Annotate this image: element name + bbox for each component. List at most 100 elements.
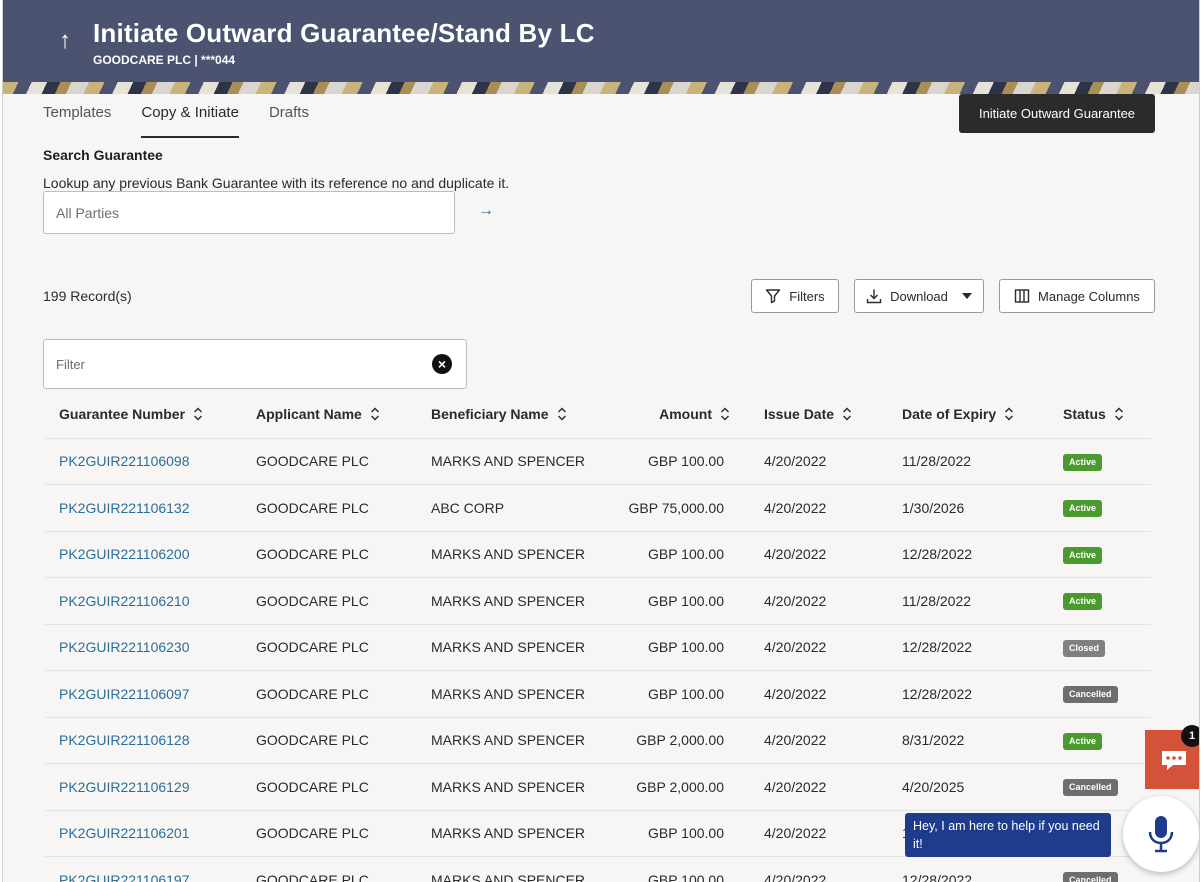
cell-applicant-name: GOODCARE PLC [242, 577, 417, 625]
party-account: GOODCARE PLC | ***044 [93, 53, 236, 67]
cell-beneficiary-name: MARKS AND SPENCER [417, 624, 597, 671]
cell-issue-date: 4/20/2022 [750, 810, 888, 857]
clear-filter-icon[interactable]: × [432, 354, 452, 374]
status-badge: Active [1063, 732, 1103, 750]
column-header-date-of-expiry[interactable]: Date of Expiry [888, 392, 1049, 439]
download-button[interactable]: Download [854, 279, 984, 313]
mic-icon [1148, 816, 1174, 853]
columns-icon [1014, 289, 1030, 303]
cell-beneficiary-name: MARKS AND SPENCER [417, 856, 597, 882]
cell-applicant-name: GOODCARE PLC [242, 670, 417, 718]
cell-status: Cancelled [1049, 763, 1151, 811]
column-header-issue-date[interactable]: Issue Date [750, 392, 888, 439]
cell-date-of-expiry: 8/31/2022 [888, 717, 1049, 764]
table-row[interactable]: PK2GUIR221106210 GOODCARE PLC MARKS AND SP… [45, 577, 1151, 625]
cell-issue-date: 4/20/2022 [750, 763, 888, 811]
column-header-status[interactable]: Status [1049, 392, 1151, 439]
app-frame: ↑ Initiate Outward Guarantee/Stand By LC… [2, 0, 1200, 882]
search-go-arrow-icon[interactable]: → [478, 202, 494, 220]
column-header-amount[interactable]: Amount [597, 392, 750, 439]
cell-amount: GBP 100.00 [597, 856, 750, 882]
cell-issue-date: 4/20/2022 [750, 577, 888, 625]
cell-guarantee-number[interactable]: PK2GUIR221106197 [45, 856, 242, 882]
column-header-applicant-name[interactable]: Applicant Name [242, 392, 417, 439]
cell-date-of-expiry: 11/28/2022 [888, 577, 1049, 625]
column-header-guarantee-number[interactable]: Guarantee Number [45, 392, 242, 439]
download-label: Download [890, 288, 948, 304]
page-header: ↑ Initiate Outward Guarantee/Stand By LC… [3, 0, 1199, 94]
cell-applicant-name: GOODCARE PLC [242, 763, 417, 811]
cell-applicant-name: GOODCARE PLC [242, 484, 417, 532]
column-header-beneficiary-name[interactable]: Beneficiary Name [417, 392, 597, 439]
cell-amount: GBP 100.00 [597, 577, 750, 625]
cell-guarantee-number[interactable]: PK2GUIR221106128 [45, 717, 242, 764]
voice-assistant-button[interactable] [1123, 796, 1199, 872]
cell-guarantee-number[interactable]: PK2GUIR221106129 [45, 763, 242, 811]
cell-status: Closed [1049, 624, 1151, 671]
cell-guarantee-number[interactable]: PK2GUIR221106098 [45, 438, 242, 485]
status-badge: Cancelled [1063, 872, 1118, 882]
cell-amount: GBP 75,000.00 [597, 484, 750, 532]
filter-input[interactable] [44, 340, 424, 388]
tab-drafts[interactable]: Drafts [269, 104, 309, 138]
header-decorative-stripe [3, 82, 1199, 94]
initiate-outward-guarantee-button[interactable]: Initiate Outward Guarantee [959, 94, 1155, 133]
cell-guarantee-number[interactable]: PK2GUIR221106097 [45, 670, 242, 718]
tab-templates[interactable]: Templates [43, 104, 111, 138]
table-filter: × [43, 339, 467, 389]
table-row[interactable]: PK2GUIR221106129 GOODCARE PLC MARKS AND SP… [45, 763, 1151, 811]
cell-status: Active [1049, 577, 1151, 625]
cell-amount: GBP 100.00 [597, 531, 750, 578]
table-row[interactable]: PK2GUIR221106197 GOODCARE PLC MARKS AND SP… [45, 856, 1151, 882]
cell-guarantee-number[interactable]: PK2GUIR221106132 [45, 484, 242, 532]
record-count: 199 Record(s) [43, 288, 132, 304]
manage-columns-label: Manage Columns [1038, 288, 1140, 304]
status-badge: Cancelled [1063, 779, 1118, 797]
cell-guarantee-number[interactable]: PK2GUIR221106230 [45, 624, 242, 671]
status-badge: Cancelled [1063, 686, 1118, 704]
cell-date-of-expiry: 12/28/2022 [888, 670, 1049, 718]
table-row[interactable]: PK2GUIR221106098 GOODCARE PLC MARKS AND SP… [45, 438, 1151, 485]
cell-beneficiary-name: ABC CORP [417, 484, 597, 532]
tab-copy-initiate[interactable]: Copy & Initiate [141, 104, 239, 138]
table-row[interactable]: PK2GUIR221106097 GOODCARE PLC MARKS AND SP… [45, 670, 1151, 718]
cell-date-of-expiry: 4/20/2025 [888, 763, 1049, 811]
cell-amount: GBP 100.00 [597, 810, 750, 857]
search-description: Lookup any previous Bank Guarantee with … [43, 175, 510, 191]
table-row[interactable]: PK2GUIR221106230 GOODCARE PLC MARKS AND SP… [45, 624, 1151, 671]
cell-beneficiary-name: MARKS AND SPENCER [417, 577, 597, 625]
sort-icon [720, 407, 730, 424]
cell-applicant-name: GOODCARE PLC [242, 531, 417, 578]
cell-applicant-name: GOODCARE PLC [242, 438, 417, 485]
cell-amount: GBP 2,000.00 [597, 717, 750, 764]
status-badge: Active [1063, 500, 1103, 518]
sort-icon [1114, 407, 1124, 424]
cell-date-of-expiry: 1/30/2026 [888, 484, 1049, 532]
status-badge: Closed [1063, 639, 1106, 657]
cell-issue-date: 4/20/2022 [750, 438, 888, 485]
filters-label: Filters [789, 288, 825, 304]
cell-guarantee-number[interactable]: PK2GUIR221106210 [45, 577, 242, 625]
table-header-row: Guarantee Number Applicant Name Benefici… [45, 392, 1151, 439]
cell-amount: GBP 100.00 [597, 624, 750, 671]
cell-status: Active [1049, 531, 1151, 578]
cell-date-of-expiry: 12/28/2022 [888, 624, 1049, 671]
table-row[interactable]: PK2GUIR221106132 GOODCARE PLC ABC CORP GBP … [45, 484, 1151, 532]
cell-guarantee-number[interactable]: PK2GUIR221106200 [45, 531, 242, 578]
cell-applicant-name: GOODCARE PLC [242, 717, 417, 764]
party-search-input[interactable] [43, 191, 455, 234]
manage-columns-button[interactable]: Manage Columns [999, 279, 1155, 313]
cell-beneficiary-name: MARKS AND SPENCER [417, 531, 597, 578]
filters-button[interactable]: Filters [751, 279, 839, 313]
tab-bar: Templates Copy & Initiate Drafts [43, 104, 339, 138]
cell-amount: GBP 100.00 [597, 670, 750, 718]
cell-guarantee-number[interactable]: PK2GUIR221106201 [45, 810, 242, 857]
sort-icon [1004, 407, 1014, 424]
cell-beneficiary-name: MARKS AND SPENCER [417, 763, 597, 811]
cell-status: Cancelled [1049, 670, 1151, 718]
filter-icon [766, 289, 781, 304]
status-badge: Active [1063, 546, 1103, 564]
back-arrow-icon[interactable]: ↑ [55, 28, 75, 54]
table-row[interactable]: PK2GUIR221106200 GOODCARE PLC MARKS AND SP… [45, 531, 1151, 578]
table-row[interactable]: PK2GUIR221106128 GOODCARE PLC MARKS AND SP… [45, 717, 1151, 764]
